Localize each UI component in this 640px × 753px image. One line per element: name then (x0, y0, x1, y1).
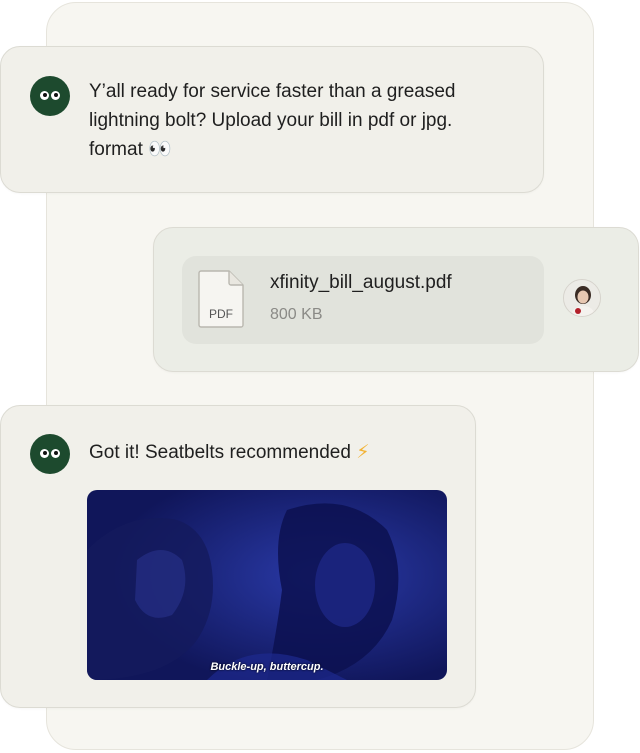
file-attachment-card[interactable]: PDF xfinity_bill_august.pdf 800 KB (182, 256, 544, 344)
message-line: Got it! Seatbelts recommended (89, 442, 351, 463)
file-size: 800 KB (270, 306, 323, 323)
bot-avatar-icon (30, 434, 70, 474)
message-line: format (89, 139, 143, 160)
pdf-file-icon: PDF (198, 270, 244, 328)
file-name: xfinity_bill_august.pdf (270, 272, 452, 293)
message-line: lightning bolt? Upload your bill in pdf … (89, 110, 453, 131)
bot-message-text: Got it! Seatbelts recommended ⚡ (89, 438, 370, 467)
bot-avatar-icon (30, 76, 70, 116)
pdf-label: PDF (209, 307, 233, 321)
lightning-emoji-icon: ⚡ (356, 441, 370, 463)
eyes-emoji-icon: 👀 (148, 138, 172, 160)
gif-caption: Buckle-up, buttercup. (210, 661, 324, 673)
user-avatar (563, 279, 601, 317)
gif-image[interactable]: Buckle-up, buttercup. (87, 490, 447, 680)
message-line: Y’all ready for service faster than a gr… (89, 81, 456, 102)
user-message-file: PDF xfinity_bill_august.pdf 800 KB (153, 227, 639, 372)
bot-message-text: Y’all ready for service faster than a gr… (89, 77, 455, 164)
bot-message-upload-prompt: Y’all ready for service faster than a gr… (0, 46, 544, 193)
bot-message-confirmation: Got it! Seatbelts recommended ⚡ Buckle-u… (0, 405, 476, 708)
